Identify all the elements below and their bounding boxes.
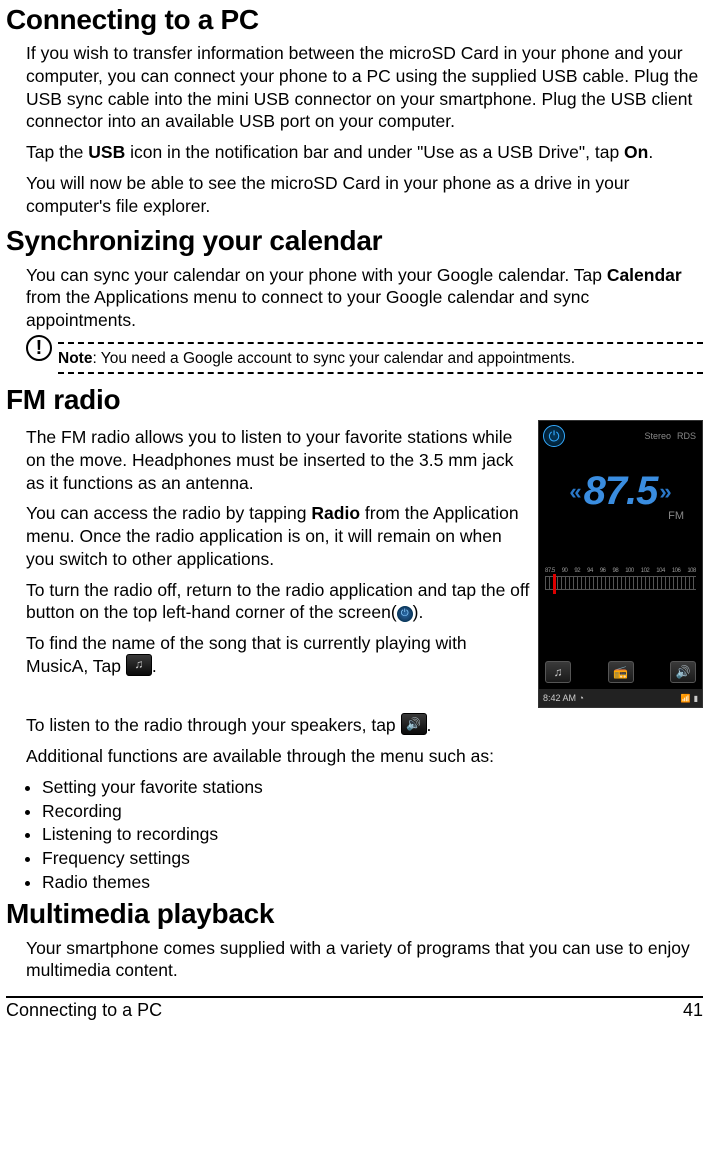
note-body: : You need a Google account to sync your… [92, 350, 575, 367]
list-item: Listening to recordings [42, 823, 703, 847]
fm-paragraph-3: To turn the radio off, return to the rad… [26, 579, 532, 625]
pc-paragraph-2: Tap the USB icon in the notification bar… [26, 141, 703, 164]
pc-paragraph-1: If you wish to transfer information betw… [26, 42, 703, 133]
alert-icon: ! [26, 335, 52, 361]
dashed-rule-top [58, 342, 703, 344]
status-icons: 📶 ▮ [681, 694, 698, 703]
bold-usb: USB [88, 142, 125, 162]
tune-left-icon[interactable]: « [569, 479, 581, 505]
dial-tick: 98 [613, 568, 619, 574]
dial-cursor [553, 574, 556, 594]
heading-fm-radio: FM radio [6, 384, 703, 416]
text-run: To find the name of the song that is cur… [26, 633, 467, 676]
heading-sync-calendar: Synchronizing your calendar [6, 225, 703, 257]
signal-icon: 📶 [681, 694, 691, 703]
mm-paragraph-1: Your smartphone comes supplied with a va… [26, 937, 703, 983]
fm-radio-screenshot: ⏻ Stereo RDS « 87.5 » FM 87 [538, 420, 703, 708]
tune-right-icon[interactable]: » [659, 479, 671, 505]
dial-scale[interactable]: 87.5 90 92 94 96 98 100 102 104 106 108 [539, 568, 702, 600]
text-run: You can sync your calendar on your phone… [26, 265, 607, 285]
status-time: 8:42 AM ◔ [543, 693, 584, 703]
fm-paragraph-5: To listen to the radio through your spea… [26, 714, 703, 737]
fm-paragraph-2: You can access the radio by tapping Radi… [26, 502, 532, 570]
dial-tick: 92 [574, 568, 580, 574]
dial-tick: 102 [641, 568, 650, 574]
fm-paragraph-1: The FM radio allows you to listen to you… [26, 426, 532, 494]
bold-calendar: Calendar [607, 265, 682, 285]
phone-power-button[interactable]: ⏻ [543, 425, 565, 447]
footer-title: Connecting to a PC [6, 1000, 162, 1021]
text-run: To listen to the radio through your spea… [26, 715, 401, 735]
phone-musica-button[interactable]: ♫ [545, 661, 571, 683]
note-label: Note [58, 350, 92, 367]
text-run: You can access the radio by tapping [26, 503, 311, 523]
dashed-rule-bottom [58, 372, 703, 374]
dial-tick: 106 [672, 568, 681, 574]
dial-tick: 90 [562, 568, 568, 574]
list-item: Recording [42, 800, 703, 824]
text-run: Tap the [26, 142, 88, 162]
list-item: Frequency settings [42, 847, 703, 871]
text-run: . [152, 656, 157, 676]
note-box: ! Note: You need a Google account to syn… [26, 342, 703, 374]
text-run: ). [413, 602, 424, 622]
phone-speaker-button[interactable]: 🔊 [670, 661, 696, 683]
fm-feature-list: Setting your favorite stations Recording… [26, 776, 703, 894]
badge-stereo: Stereo [644, 431, 671, 441]
pc-paragraph-3: You will now be able to see the microSD … [26, 172, 703, 218]
dial-tick: 96 [600, 568, 606, 574]
musica-icon: ♫ [126, 654, 152, 676]
footer-page-number: 41 [683, 1000, 703, 1021]
dial-tick: 100 [625, 568, 634, 574]
power-icon: ⏻ [397, 606, 413, 622]
text-run: . [648, 142, 653, 162]
heading-connecting-pc: Connecting to a PC [6, 4, 703, 36]
bold-radio: Radio [311, 503, 360, 523]
dial-tick: 104 [656, 568, 665, 574]
text-run: from the Applications menu to connect to… [26, 287, 589, 330]
heading-multimedia: Multimedia playback [6, 898, 703, 930]
badge-rds: RDS [677, 431, 696, 441]
list-item: Radio themes [42, 871, 703, 895]
page-footer: Connecting to a PC 41 [6, 996, 703, 1021]
speaker-icon: 🔊 [401, 713, 427, 735]
fm-paragraph-6: Additional functions are available throu… [26, 745, 703, 768]
dial-tick: 94 [587, 568, 593, 574]
list-item: Setting your favorite stations [42, 776, 703, 800]
text-run: icon in the notification bar and under "… [125, 142, 624, 162]
fm-paragraph-4: To find the name of the song that is cur… [26, 632, 532, 678]
note-text: Note: You need a Google account to sync … [58, 350, 703, 368]
battery-icon: ▮ [694, 694, 698, 703]
cal-paragraph-1: You can sync your calendar on your phone… [26, 264, 703, 332]
dial-tick: 108 [687, 568, 696, 574]
bold-on: On [624, 142, 648, 162]
phone-scan-button[interactable]: 📻 [608, 661, 634, 683]
text-run: To turn the radio off, return to the rad… [26, 580, 529, 623]
frequency-value: 87.5 [584, 469, 658, 514]
text-run: . [427, 715, 432, 735]
